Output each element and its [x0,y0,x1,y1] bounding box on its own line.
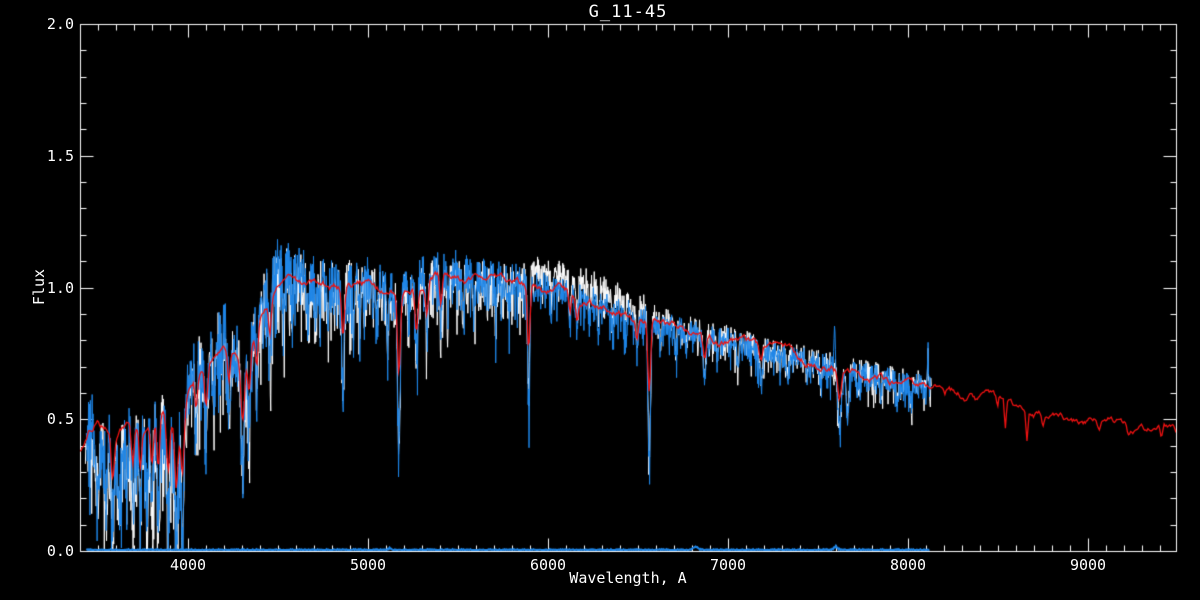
x-tick-label: 6000 [516,557,580,573]
x-axis-label: Wavelength, A [80,569,1176,587]
y-tick-label: 0.5 [26,411,74,427]
y-tick-label: 0.0 [26,543,74,559]
x-tick-label: 8000 [876,557,940,573]
x-tick-label: 9000 [1056,557,1120,573]
x-tick-label: 4000 [156,557,220,573]
plot-title: G_11-45 [80,2,1176,22]
y-tick-label: 1.0 [26,280,74,296]
spectrum-figure: G_11-45 Wavelength, A Flux 2.01.51.00.50… [0,0,1200,600]
spectrum-plot-canvas [0,0,1200,600]
x-tick-label: 7000 [696,557,760,573]
y-tick-label: 1.5 [26,148,74,164]
y-tick-label: 2.0 [26,16,74,32]
x-tick-label: 5000 [336,557,400,573]
